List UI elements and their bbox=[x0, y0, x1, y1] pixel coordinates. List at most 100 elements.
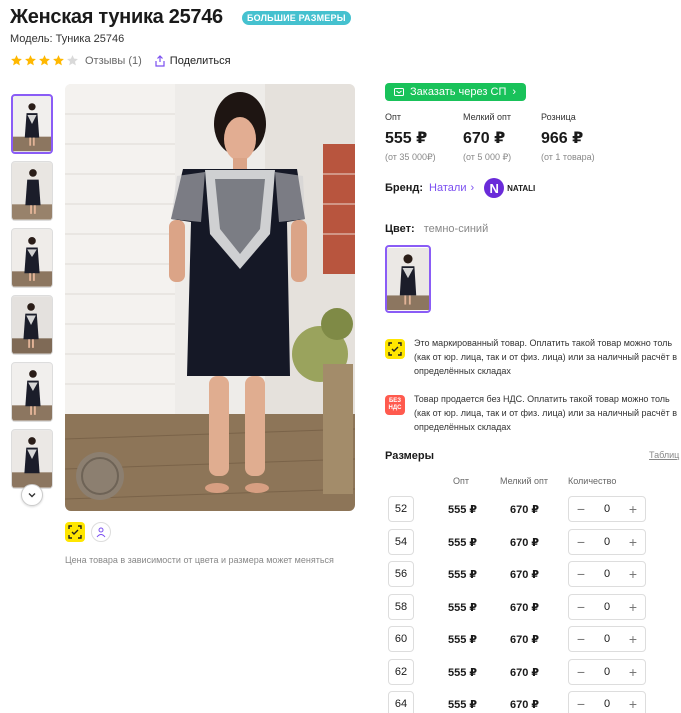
star-filled-icon bbox=[11, 55, 22, 66]
size-row: 58 555 ₽ 670 ₽ − 0 + bbox=[388, 593, 648, 620]
quantity-stepper: − 0 + bbox=[568, 691, 646, 713]
brand-logo-text: NATALI bbox=[507, 183, 536, 193]
notice-line: Товар продается без НДС. Оплатить такой … bbox=[414, 394, 670, 404]
thumbnail-2[interactable] bbox=[11, 161, 53, 221]
notice-text: Это маркированный товар. Оплатить такой … bbox=[414, 336, 677, 378]
star-filled-icon bbox=[53, 55, 64, 66]
share-icon bbox=[155, 54, 165, 67]
price-tier-label: Розница bbox=[541, 112, 576, 122]
notice-line: Это маркированный товар. Оплатить такой … bbox=[414, 338, 673, 348]
plus-button[interactable]: + bbox=[627, 566, 639, 582]
quantity-value[interactable]: 0 bbox=[604, 503, 610, 515]
minus-button[interactable]: − bbox=[575, 501, 587, 517]
quantity-value[interactable]: 0 bbox=[604, 601, 610, 613]
quantity-stepper: − 0 + bbox=[568, 496, 646, 522]
size-price-small-opt: 670 ₽ bbox=[510, 699, 540, 711]
price-tier-condition: (от 5 000 ₽) bbox=[463, 152, 512, 162]
quantity-value[interactable]: 0 bbox=[604, 633, 610, 645]
size-label: 62 bbox=[388, 658, 414, 685]
share-button[interactable]: Поделиться bbox=[154, 55, 231, 67]
order-button-label: Заказать через СП bbox=[410, 86, 507, 98]
marking-icon bbox=[385, 339, 405, 359]
size-label: 54 bbox=[388, 528, 414, 555]
no-vat-icon-line: БЕЗ bbox=[388, 398, 402, 404]
color-swatch-dark-blue[interactable] bbox=[385, 245, 431, 313]
size-row: 60 555 ₽ 670 ₽ − 0 + bbox=[388, 626, 648, 652]
plus-button[interactable]: + bbox=[627, 599, 639, 615]
thumbnail-image bbox=[12, 296, 52, 354]
size-label: 56 bbox=[388, 561, 414, 587]
minus-button[interactable]: − bbox=[575, 534, 587, 550]
chevron-down-icon bbox=[28, 493, 36, 498]
no-vat-notice: БЕЗ НДС Товар продается без НДС. Оплатить… bbox=[385, 392, 681, 434]
price-tier-label: Опт bbox=[385, 112, 401, 122]
sizes-title: Размеры bbox=[385, 450, 435, 462]
star-filled-icon bbox=[39, 55, 50, 66]
size-price-small-opt: 670 ₽ bbox=[510, 569, 540, 581]
size-label: 60 bbox=[388, 626, 414, 652]
thumbnail-1[interactable] bbox=[11, 94, 53, 154]
marking-notice: Это маркированный товар. Оплатить такой … bbox=[385, 336, 681, 378]
minus-button[interactable]: − bbox=[575, 566, 587, 582]
swatch-image bbox=[387, 247, 429, 311]
size-row: 52 555 ₽ 670 ₽ − 0 + bbox=[388, 496, 648, 522]
badge-icons bbox=[65, 522, 111, 542]
minus-button[interactable]: − bbox=[575, 664, 587, 680]
price-tier-label: Мелкий опт bbox=[463, 112, 512, 122]
size-price-opt: 555 ₽ bbox=[448, 634, 478, 646]
quantity-value[interactable]: 0 bbox=[604, 568, 610, 580]
order-via-sp-button[interactable]: Заказать через СП › bbox=[385, 83, 527, 101]
cart-icon bbox=[394, 88, 404, 96]
price-tier-value: 966 ₽ bbox=[541, 130, 584, 147]
quantity-stepper: − 0 + bbox=[568, 561, 646, 587]
quantity-value[interactable]: 0 bbox=[604, 536, 610, 548]
star-filled-icon bbox=[25, 55, 36, 66]
thumbnails-scroll-down[interactable] bbox=[21, 484, 43, 506]
main-product-photo[interactable] bbox=[65, 84, 355, 511]
product-title: Женская туника 25746 bbox=[10, 6, 223, 28]
color-label: Цвет: bbox=[385, 223, 415, 235]
quantity-value[interactable]: 0 bbox=[604, 666, 610, 678]
plus-button[interactable]: + bbox=[627, 696, 639, 712]
thumbnail-4[interactable] bbox=[11, 295, 53, 355]
reviews-link[interactable]: Отзывы (1) bbox=[85, 55, 142, 67]
thumbnail-3[interactable] bbox=[11, 228, 53, 288]
size-price-opt: 555 ₽ bbox=[448, 504, 478, 516]
no-vat-icon: БЕЗ НДС bbox=[385, 395, 405, 415]
thumbnail-image bbox=[12, 363, 52, 421]
column-header-opt: Опт bbox=[453, 476, 469, 486]
plus-button[interactable]: + bbox=[627, 631, 639, 647]
size-table-link[interactable]: Таблиц bbox=[649, 450, 679, 460]
thumbnail-5[interactable] bbox=[11, 362, 53, 422]
user-badge-icon[interactable] bbox=[91, 522, 111, 542]
thumbnail-image bbox=[12, 430, 52, 488]
product-photo-image bbox=[65, 84, 355, 511]
plus-button[interactable]: + bbox=[627, 664, 639, 680]
plus-size-badge[interactable]: БОЛЬШИЕ РАЗМЕРЫ bbox=[242, 11, 351, 25]
quantity-stepper: − 0 + bbox=[568, 593, 646, 620]
size-price-opt: 555 ₽ bbox=[448, 536, 478, 549]
plus-button[interactable]: + bbox=[627, 534, 639, 550]
thumbnail-image bbox=[12, 229, 52, 287]
brand-logo[interactable]: N NATALI bbox=[484, 178, 535, 198]
notice-line: (как от юр. лица, так и от физ. лица) ил… bbox=[414, 352, 677, 362]
brand-link[interactable]: Натали bbox=[429, 182, 466, 194]
size-label: 52 bbox=[388, 496, 414, 522]
minus-button[interactable]: − bbox=[575, 631, 587, 647]
price-note: Цена товара в зависимости от цвета и раз… bbox=[65, 555, 334, 565]
plus-button[interactable]: + bbox=[627, 501, 639, 517]
size-price-small-opt: 670 ₽ bbox=[510, 504, 540, 516]
notice-text: Товар продается без НДС. Оплатить такой … bbox=[414, 392, 677, 434]
minus-button[interactable]: − bbox=[575, 696, 587, 712]
quantity-stepper: − 0 + bbox=[568, 658, 646, 685]
brand-logo-icon: N bbox=[484, 178, 505, 198]
no-vat-icon-line: НДС bbox=[388, 405, 402, 411]
thumbnail-6[interactable] bbox=[11, 429, 53, 489]
size-price-small-opt: 670 ₽ bbox=[510, 536, 540, 549]
price-tiers: Опт 555 ₽ (от 35 000₽) Мелкий опт 670 ₽ … bbox=[385, 112, 619, 163]
notice-line: определённых складах bbox=[414, 422, 511, 432]
marking-icon[interactable] bbox=[65, 522, 85, 542]
minus-button[interactable]: − bbox=[575, 599, 587, 615]
notice-line: определённых складах bbox=[414, 366, 511, 376]
quantity-value[interactable]: 0 bbox=[604, 698, 610, 710]
